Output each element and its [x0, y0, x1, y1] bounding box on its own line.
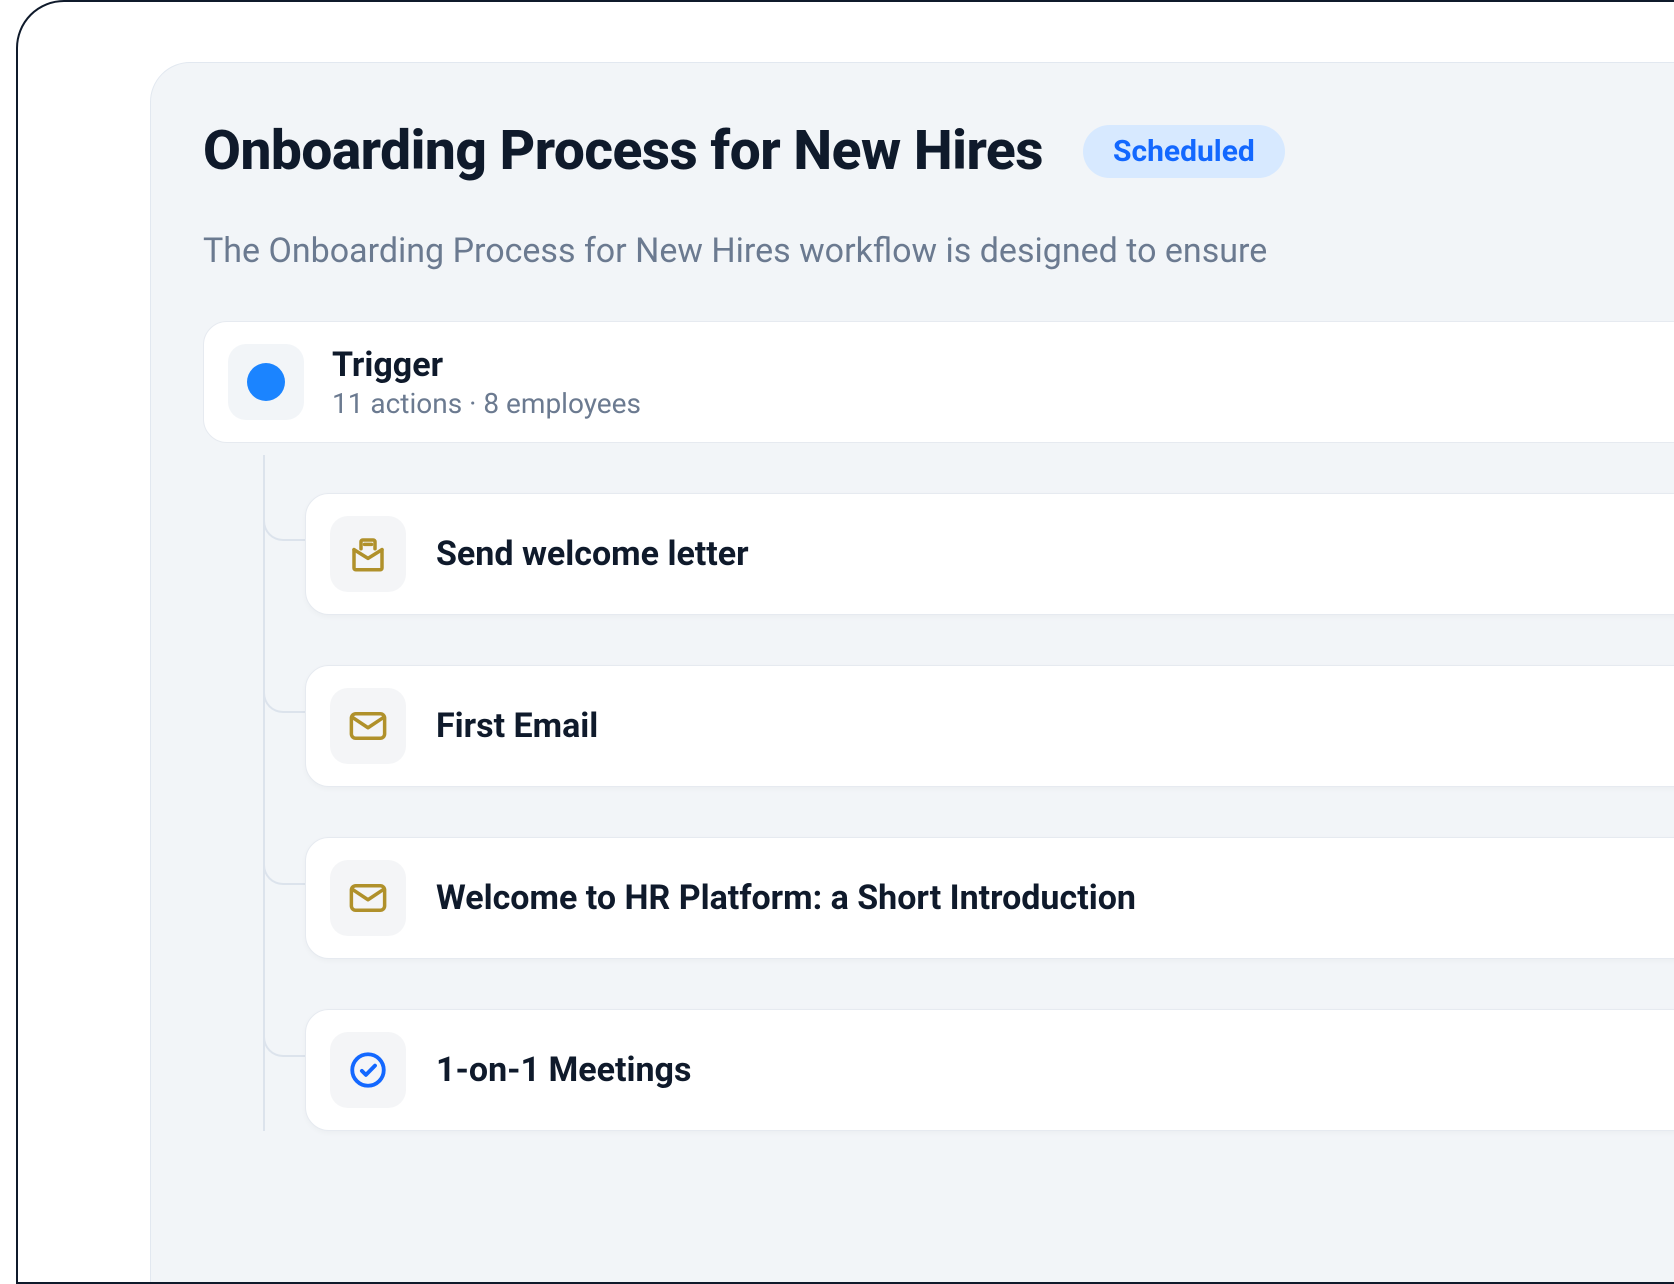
connector-elbow — [263, 799, 305, 885]
step-card[interactable]: Send welcome letter — [305, 493, 1674, 615]
check-circle-icon — [347, 1049, 389, 1091]
trigger-subtitle: 11 actions · 8 employees — [332, 387, 641, 420]
app-frame: Onboarding Process for New Hires Schedul… — [16, 0, 1674, 1284]
steps-container: Send welcome letter First Email Welcome … — [263, 493, 1674, 1131]
workflow-panel: Onboarding Process for New Hires Schedul… — [150, 62, 1674, 1284]
workflow-step: Send welcome letter — [263, 493, 1674, 615]
trigger-card[interactable]: Trigger 11 actions · 8 employees — [203, 321, 1674, 443]
workflow-step: 1-on-1 Meetings — [263, 1009, 1674, 1131]
mail-icon — [347, 877, 389, 919]
trigger-text: Trigger 11 actions · 8 employees — [332, 345, 641, 420]
step-icon-box — [330, 516, 406, 592]
mail-open-icon — [347, 533, 389, 575]
step-card[interactable]: 1-on-1 Meetings — [305, 1009, 1674, 1131]
step-icon-box — [330, 1032, 406, 1108]
step-title: First Email — [436, 706, 598, 746]
connector-elbow — [263, 455, 305, 541]
step-icon-box — [330, 688, 406, 764]
step-title: Send welcome letter — [436, 534, 749, 574]
connector-elbow — [263, 627, 305, 713]
trigger-title: Trigger — [332, 345, 641, 385]
step-card[interactable]: Welcome to HR Platform: a Short Introduc… — [305, 837, 1674, 959]
status-badge: Scheduled — [1083, 125, 1285, 178]
trigger-dot-icon — [247, 363, 285, 401]
header-row: Onboarding Process for New Hires Schedul… — [203, 119, 1674, 183]
step-title: Welcome to HR Platform: a Short Introduc… — [436, 878, 1136, 918]
workflow-step: Welcome to HR Platform: a Short Introduc… — [263, 837, 1674, 959]
workflow-step: First Email — [263, 665, 1674, 787]
step-title: 1-on-1 Meetings — [436, 1050, 691, 1090]
mail-icon — [347, 705, 389, 747]
step-card[interactable]: First Email — [305, 665, 1674, 787]
page-title: Onboarding Process for New Hires — [203, 119, 1043, 183]
workflow-tree: Trigger 11 actions · 8 employees Send we… — [203, 321, 1674, 1131]
trigger-icon-box — [228, 344, 304, 420]
step-icon-box — [330, 860, 406, 936]
workflow-description: The Onboarding Process for New Hires wor… — [203, 231, 1674, 271]
connector-elbow — [263, 971, 305, 1057]
